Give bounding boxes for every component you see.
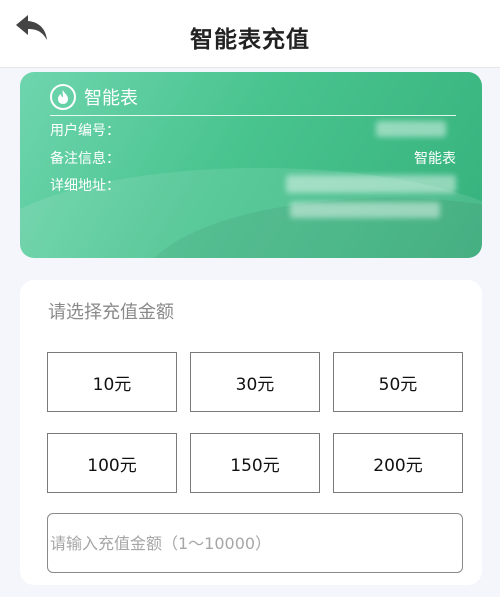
meter-card[interactable]: 智能表 用户编号： 备注信息： 智能表 详细地址： (20, 72, 482, 258)
amount-option-100[interactable]: 100元 (47, 433, 177, 493)
user-id-label: 用户编号： (50, 123, 120, 139)
info-row-remark: 备注信息： 智能表 (50, 146, 456, 168)
address-label: 详细地址： (50, 178, 120, 194)
flame-icon (50, 84, 76, 110)
meter-name: 智能表 (84, 88, 138, 109)
info-row-user-id: 用户编号： (50, 118, 456, 140)
recharge-panel: 请选择充值金额 10元 30元 50元 100元 150元 200元 (20, 280, 482, 585)
remark-label: 备注信息： (50, 151, 120, 167)
blurred-address-line-1 (286, 175, 456, 193)
amount-option-30[interactable]: 30元 (190, 352, 320, 412)
card-divider (50, 115, 456, 116)
info-row-address: 详细地址： (50, 173, 456, 195)
blurred-address-line-2 (290, 202, 440, 218)
amount-option-150[interactable]: 150元 (190, 433, 320, 493)
page-title: 智能表充值 (190, 27, 310, 53)
top-bar: 智能表充值 (0, 0, 500, 68)
amount-prompt: 请选择充值金额 (48, 302, 174, 323)
blurred-user-id (376, 121, 446, 137)
amount-option-200[interactable]: 200元 (333, 433, 463, 493)
remark-value: 智能表 (414, 151, 456, 167)
custom-amount-input[interactable] (47, 513, 463, 573)
amount-option-10[interactable]: 10元 (47, 352, 177, 412)
card-header: 智能表 (50, 82, 138, 112)
amount-option-50[interactable]: 50元 (333, 352, 463, 412)
